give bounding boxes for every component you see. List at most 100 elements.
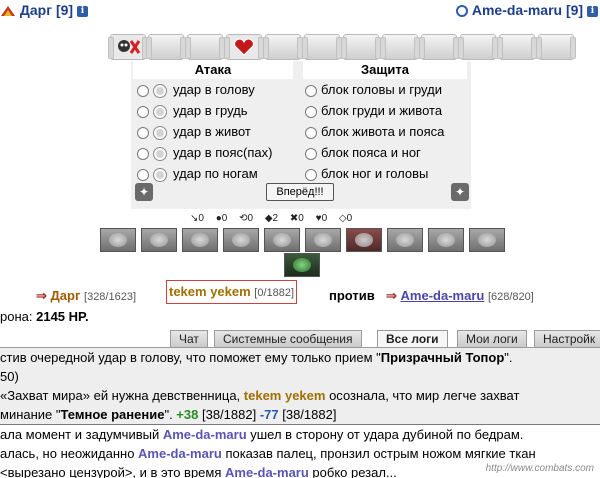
right-info-icon[interactable]: i [587, 5, 598, 17]
tab-chat[interactable]: Чат [170, 330, 208, 347]
skill-icon[interactable] [469, 228, 505, 252]
attack-radio[interactable] [137, 168, 149, 181]
defense-mode-shield-icon[interactable]: ✦ [451, 183, 469, 201]
skill-icon[interactable] [100, 228, 136, 252]
slot-skull-icon[interactable] [108, 34, 148, 60]
stat-item: ✖0 [289, 213, 304, 224]
slot-empty[interactable] [380, 34, 420, 60]
log-entry: ала момент и задумчивый Ame-da-maru ушел… [0, 427, 524, 442]
attack-radio-alt[interactable] [153, 83, 167, 98]
stat-item: ◆2 [264, 213, 279, 224]
stat-item: ⟲0 [239, 213, 254, 224]
battle-log: стив очередной удар в голову, что поможе… [0, 347, 600, 478]
defense-option[interactable]: блок живота и пояса [305, 122, 444, 142]
slot-empty[interactable] [263, 34, 303, 60]
current-fighter-hp: [0/1882] [254, 287, 295, 299]
slot-empty[interactable] [497, 34, 537, 60]
slot-empty[interactable] [302, 34, 342, 60]
current-fighter-box: tekem yekem [0/1882] [166, 280, 298, 304]
defense-option[interactable]: блок груди и живота [305, 101, 442, 121]
attack-option[interactable]: удар в грудь [137, 101, 248, 121]
slot-empty[interactable] [185, 34, 225, 60]
skill-icon[interactable] [284, 253, 320, 277]
attack-radio-alt[interactable] [153, 167, 167, 182]
defense-radio[interactable] [305, 147, 317, 160]
clan-emblem-icon [0, 4, 16, 18]
align-emblem-icon [456, 5, 469, 18]
stat-item: ◇0 [338, 213, 353, 224]
ally-hp: [328/1623] [84, 291, 137, 303]
defense-radio[interactable] [305, 84, 317, 97]
defense-radio[interactable] [305, 105, 317, 118]
log-entry: <вырезано цензурой>, и в это время Ame-d… [0, 465, 397, 478]
attack-radio-alt[interactable] [153, 104, 167, 119]
versus-word: против [329, 288, 375, 303]
skill-icon[interactable] [141, 228, 177, 252]
tab-system-messages[interactable]: Системные сообщения [214, 330, 362, 347]
defense-radio[interactable] [305, 168, 317, 181]
enemy-hp: [628/820] [487, 291, 534, 303]
slot-empty[interactable] [146, 34, 186, 60]
defense-title: Защита [303, 61, 467, 79]
defense-option[interactable]: блок пояса и ног [305, 143, 421, 163]
stat-item: ●0 [215, 213, 228, 224]
attack-option[interactable]: удар по ногам [137, 164, 258, 184]
left-fighter-header: Дарг [9] i [0, 2, 88, 18]
log-entry: «Захват мира» ей нужна девственница, tek… [0, 386, 600, 405]
defense-option[interactable]: блок ног и головы [305, 164, 428, 184]
log-entry: алась, но неожиданно Ame-da-maru показав… [0, 446, 536, 461]
enemy-name[interactable]: Ame-da-maru [401, 288, 485, 303]
damage-value: 2145 HP. [36, 309, 89, 324]
attack-option[interactable]: удар в живот [137, 122, 251, 142]
stat-item: ↘0 [190, 213, 204, 224]
stat-item: ♥0 [315, 213, 328, 224]
slot-empty[interactable] [341, 34, 381, 60]
ally-name[interactable]: Дарг [51, 288, 81, 303]
enemy-arrow-icon: ⇒ [386, 288, 397, 303]
attack-radio-alt[interactable] [153, 146, 167, 161]
defense-radio[interactable] [305, 126, 317, 139]
skill-icon[interactable] [305, 228, 341, 252]
right-fighter-level: [9] [565, 2, 584, 18]
skill-icon[interactable] [182, 228, 218, 252]
combat-stats: ↘0 ●0 ⟲0 ◆2 ✖0 ♥0 ◇0 [190, 213, 361, 224]
log-entry: минание "Темное ранение". +38 [38/1882] … [0, 405, 600, 425]
slot-empty[interactable] [458, 34, 498, 60]
attack-radio[interactable] [137, 105, 149, 118]
skill-icon[interactable] [264, 228, 300, 252]
right-fighter-header: Ame-da-maru [9] i [456, 2, 598, 18]
versus-line: ⇒ Дарг [328/1623] tekem yekem [0/1882] п… [0, 280, 600, 306]
slot-heart-icon[interactable] [224, 34, 264, 60]
attack-option[interactable]: удар в пояс(пах) [137, 143, 272, 163]
attack-mode-shield-icon[interactable]: ✦ [135, 183, 153, 201]
ally-arrow-icon: ⇒ [36, 288, 47, 303]
slot-empty[interactable] [419, 34, 459, 60]
attack-option[interactable]: удар в голову [137, 80, 255, 100]
tab-all-logs[interactable]: Все логи [377, 330, 448, 347]
tab-my-logs[interactable]: Мои логи [457, 330, 527, 347]
log-entry: 50) [0, 367, 600, 386]
skill-icon[interactable] [428, 228, 464, 252]
attack-title: Атака [133, 61, 293, 79]
current-fighter-name[interactable]: tekem yekem [169, 284, 251, 299]
left-fighter-name[interactable]: Дарг [20, 2, 52, 18]
attack-defense-panel: Атака Защита удар в голову удар в грудь … [131, 61, 471, 209]
left-fighter-level: [9] [55, 2, 74, 18]
left-info-icon[interactable]: i [76, 5, 88, 17]
skill-icon[interactable] [387, 228, 423, 252]
damage-summary: рона: 2145 HP. [0, 309, 89, 324]
slot-empty[interactable] [536, 34, 576, 60]
right-fighter-name[interactable]: Ame-da-maru [472, 2, 562, 18]
forward-button[interactable]: Вперёд!!! [266, 183, 334, 201]
attack-radio-alt[interactable] [153, 125, 167, 140]
skill-icon[interactable] [346, 228, 382, 252]
watermark: http://www.combats.com [485, 463, 594, 474]
skill-icon[interactable] [223, 228, 259, 252]
attack-radio[interactable] [137, 147, 149, 160]
log-entry: стив очередной удар в голову, что поможе… [0, 348, 600, 367]
defense-option[interactable]: блок головы и груди [305, 80, 442, 100]
tab-settings[interactable]: Настройк [534, 330, 600, 347]
log-tabs: Чат Системные сообщения Все логи Мои лог… [0, 330, 600, 347]
attack-radio[interactable] [137, 126, 149, 139]
attack-radio[interactable] [137, 84, 149, 97]
